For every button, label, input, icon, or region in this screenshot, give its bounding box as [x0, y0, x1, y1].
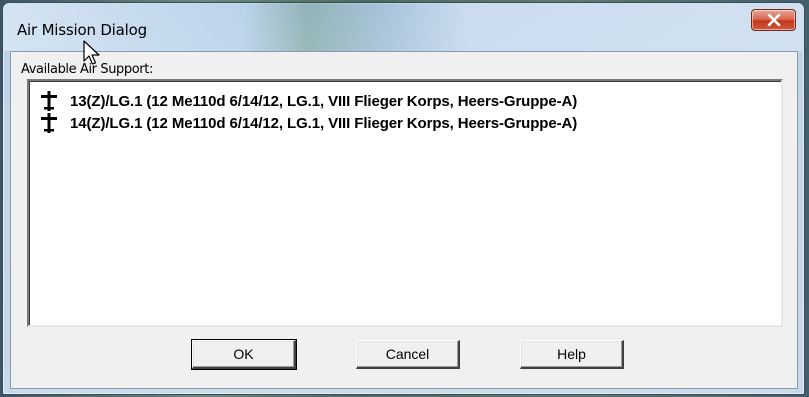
dialog-title: Air Mission Dialog — [17, 21, 147, 39]
mouse-cursor-icon — [83, 40, 100, 65]
air-unit-label: 13(Z)/LG.1 (12 Me110d 6/14/12, LG.1, VII… — [70, 92, 578, 110]
air-unit-label: 14(Z)/LG.1 (12 Me110d 6/14/12, LG.1, VII… — [70, 114, 578, 132]
air-support-listbox[interactable]: 13(Z)/LG.1 (12 Me110d 6/14/12, LG.1, VII… — [27, 79, 783, 327]
plane-icon — [39, 90, 59, 112]
title-bar[interactable]: Air Mission Dialog — [3, 3, 804, 51]
list-item[interactable]: 13(Z)/LG.1 (12 Me110d 6/14/12, LG.1, VII… — [39, 90, 577, 112]
cancel-button[interactable]: Cancel — [356, 340, 460, 369]
list-item[interactable]: 14(Z)/LG.1 (12 Me110d 6/14/12, LG.1, VII… — [39, 112, 577, 134]
close-icon — [767, 14, 780, 26]
ok-button[interactable]: OK — [191, 339, 297, 370]
close-button[interactable] — [751, 9, 796, 31]
plane-icon — [39, 112, 59, 134]
help-button[interactable]: Help — [520, 340, 624, 369]
